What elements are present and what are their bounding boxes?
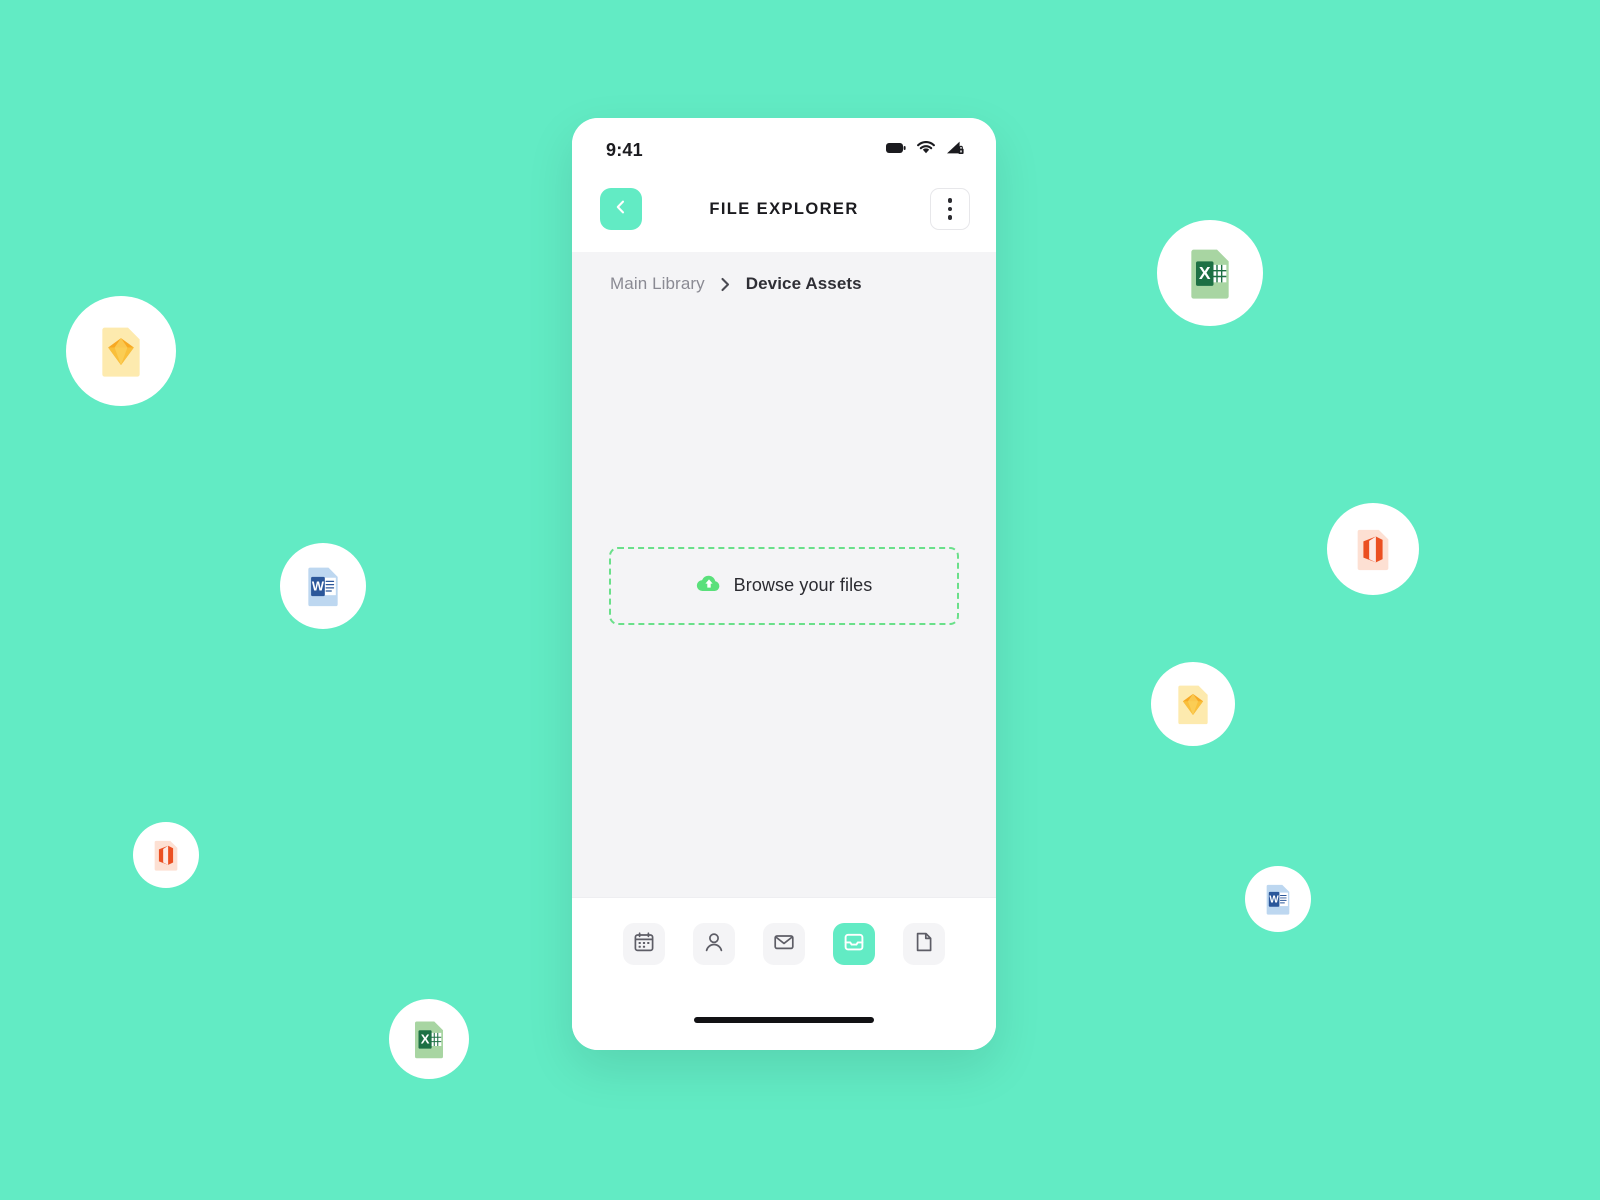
excel-file-icon: X (1182, 245, 1238, 301)
breadcrumb-item-current[interactable]: Device Assets (746, 274, 862, 294)
file-bubble-office-right (1327, 503, 1419, 595)
file-bubble-sketch-right (1151, 662, 1235, 746)
office-file-icon (149, 838, 183, 872)
overflow-menu-button[interactable] (930, 188, 970, 230)
file-bubble-office-bottom-left (133, 822, 199, 888)
office-file-icon (1350, 526, 1396, 572)
more-vertical-icon (947, 215, 953, 220)
sketch-file-icon (93, 323, 149, 379)
phone-mockup: 9:41 FILE EXPLORER Main Library Device A… (572, 118, 996, 1050)
status-bar-icons (886, 141, 964, 160)
tab-profile[interactable] (693, 923, 735, 965)
person-icon (703, 931, 725, 958)
excel-file-icon: X (408, 1018, 450, 1060)
file-bubble-excel-bottom-left: X (389, 999, 469, 1079)
tab-files[interactable] (833, 923, 875, 965)
dropzone-area: Browse your files (572, 294, 996, 897)
status-bar: 9:41 (572, 134, 996, 166)
svg-text:W: W (1269, 895, 1279, 906)
more-vertical-icon (947, 206, 953, 212)
envelope-icon (773, 931, 795, 958)
file-bubble-excel-top-right: X (1157, 220, 1263, 326)
home-indicator-area (572, 990, 996, 1050)
tab-documents[interactable] (903, 923, 945, 965)
word-file-icon: W (1261, 882, 1295, 916)
back-button[interactable] (600, 188, 642, 230)
svg-text:X: X (1199, 263, 1211, 283)
dropzone-label: Browse your files (733, 575, 873, 595)
phone-content: Main Library Device Assets Browse your f… (572, 252, 996, 1050)
breadcrumb: Main Library Device Assets (572, 252, 996, 294)
file-bubble-word-bottom-right: W (1245, 866, 1311, 932)
tab-calendar[interactable] (623, 923, 665, 965)
chevron-right-icon (719, 277, 732, 292)
phone-top-section: 9:41 FILE EXPLORER (572, 118, 996, 252)
svg-text:W: W (312, 579, 325, 594)
breadcrumb-item-root[interactable]: Main Library (610, 274, 705, 294)
status-time: 9:41 (606, 139, 643, 160)
word-file-icon: W (301, 564, 345, 608)
bottom-tab-bar (572, 897, 996, 990)
app-bar: FILE EXPLORER (572, 166, 996, 252)
sketch-file-icon (1171, 682, 1215, 726)
home-bar (694, 1017, 874, 1023)
browse-files-dropzone[interactable]: Browse your files (609, 546, 959, 625)
svg-text:X: X (421, 1031, 430, 1046)
file-bubble-word-left: W (280, 543, 366, 629)
calendar-icon (633, 931, 655, 958)
battery-icon (886, 141, 906, 159)
file-bubble-sketch-top-left (66, 296, 176, 406)
more-vertical-icon (947, 198, 953, 203)
inbox-tray-icon (843, 931, 865, 958)
chevron-left-icon (613, 199, 629, 220)
document-icon (913, 931, 935, 958)
cloud-upload-icon (696, 573, 722, 598)
wifi-icon (917, 141, 935, 159)
tab-mail[interactable] (763, 923, 805, 965)
cellular-signal-lock-icon (946, 141, 964, 160)
